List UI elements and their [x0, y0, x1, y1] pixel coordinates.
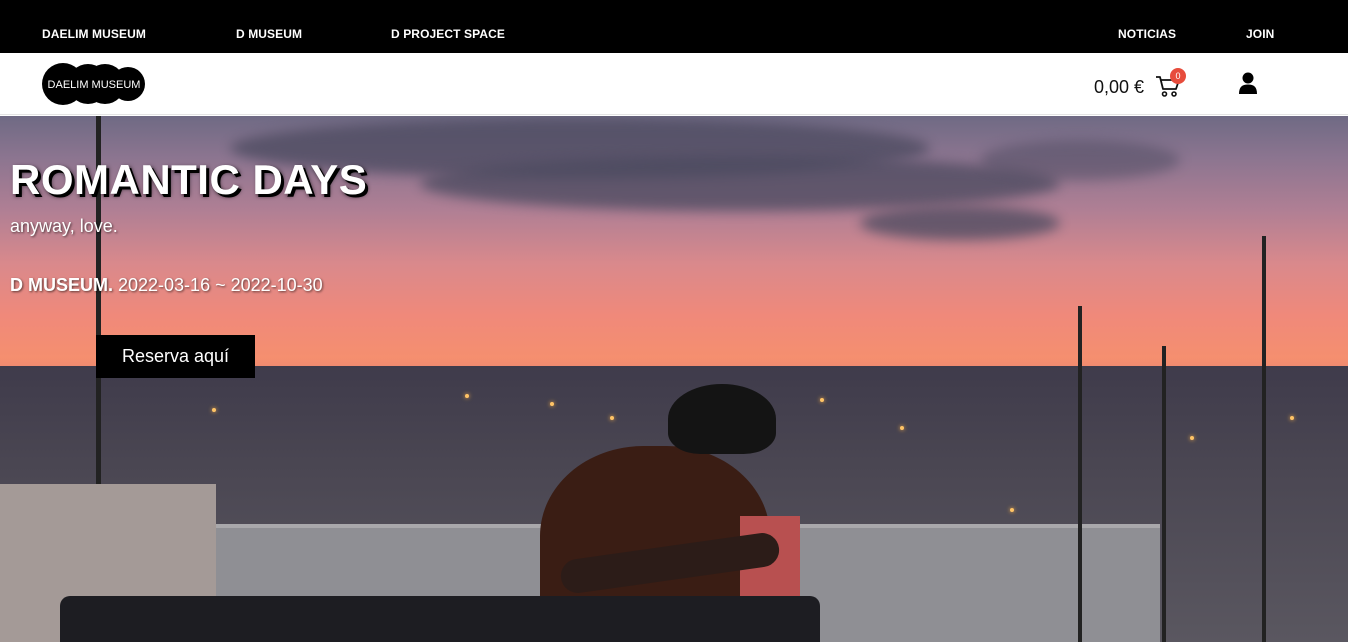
nav-daelim-museum[interactable]: DAELIM MUSEUM: [42, 27, 146, 41]
antenna-pole: [1162, 346, 1166, 642]
hero-title: ROMANTIC DAYS: [10, 156, 368, 203]
user-icon[interactable]: [1238, 72, 1258, 95]
city-light: [1290, 416, 1294, 420]
nav-d-museum[interactable]: D MUSEUM: [236, 27, 302, 41]
top-navigation-bar: DAELIM MUSEUM D MUSEUM D PROJECT SPACE N…: [0, 0, 1348, 53]
couple-legs: [60, 596, 820, 642]
couple-man-beanie: [668, 384, 776, 454]
cart-count-badge: 0: [1170, 68, 1186, 84]
daelim-museum-logo[interactable]: DAELIM MUSEUM: [42, 63, 146, 105]
sky-cloud: [860, 206, 1060, 240]
city-light: [1190, 436, 1194, 440]
site-header: DAELIM MUSEUM 0,00 € 0: [0, 53, 1348, 115]
logo-wordmark: DAELIM MUSEUM: [48, 79, 141, 91]
city-light: [212, 408, 216, 412]
city-light: [820, 398, 824, 402]
city-light: [1010, 508, 1014, 512]
city-light: [550, 402, 554, 406]
cart-total[interactable]: 0,00 €: [1094, 77, 1144, 98]
nav-d-project-space[interactable]: D PROJECT SPACE: [391, 27, 505, 41]
antenna-pole: [1262, 236, 1266, 642]
city-light: [465, 394, 469, 398]
nav-noticias[interactable]: NOTICIAS: [1118, 27, 1176, 41]
hero-exhibition-dates: D MUSEUM. 2022-03-16 ~ 2022-10-30: [10, 275, 323, 296]
nav-join[interactable]: JOIN: [1246, 27, 1274, 41]
hero-venue: D MUSEUM.: [10, 275, 113, 295]
city-light: [900, 426, 904, 430]
reserve-button[interactable]: Reserva aquí: [96, 335, 255, 378]
sky-cloud: [980, 140, 1180, 180]
antenna-pole: [1078, 306, 1082, 642]
hero-subtitle: anyway, love.: [10, 216, 118, 236]
hero-banner: ROMANTIC DAYS anyway, love. D MUSEUM. 20…: [0, 116, 1348, 642]
sky-cloud: [420, 156, 1060, 211]
hero-date-range: 2022-03-16 ~ 2022-10-30: [113, 275, 323, 295]
city-light: [610, 416, 614, 420]
